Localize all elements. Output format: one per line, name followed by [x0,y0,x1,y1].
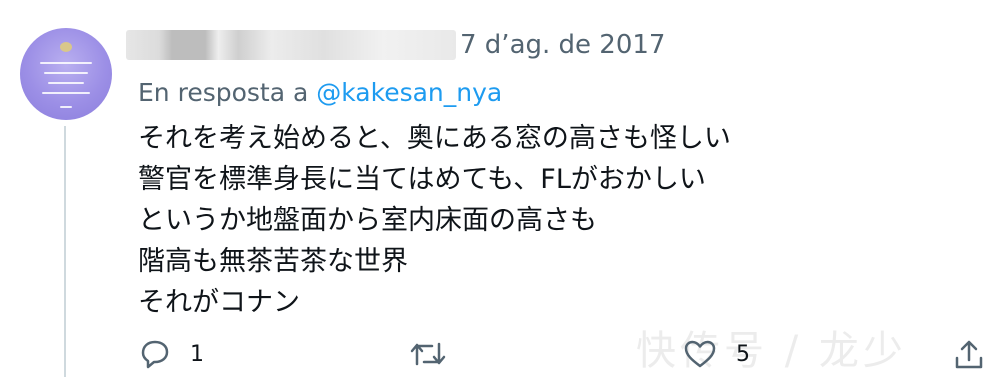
reply-count: 1 [190,341,204,367]
tweet-date[interactable]: 7 d’ag. de 2017 [460,30,665,60]
like-button[interactable]: 5 [682,338,750,370]
tweet-line: それがコナン [138,287,300,318]
heart-icon [684,340,716,368]
tweet-line: 階高も無茶苦茶な世界 [138,246,408,277]
like-count: 5 [736,341,750,367]
tweet-actions: 1 5 [0,338,992,377]
avatar-detail [60,106,72,108]
tweet-text: それを考え始めると、奥にある窓の高さも怪しい 警官を標準身長に当てはめても、FL… [138,118,731,323]
reply-icon [141,340,169,369]
avatar-detail [42,92,90,94]
reply-handle-link[interactable]: @kakesan_nya [316,78,502,107]
share-icon [955,340,983,369]
reply-prefix: En resposta a [138,78,309,107]
avatar-detail [40,62,92,64]
retweet-icon [410,342,446,366]
retweet-button[interactable] [408,338,448,370]
avatar-detail [48,82,84,84]
blurred-username[interactable] [126,30,456,60]
tweet-line: というか地盤面から室内床面の高さも [138,205,597,236]
tweet-line: それを考え始めると、奥にある窓の高さも怪しい [138,123,731,154]
avatar[interactable] [20,28,112,120]
avatar-emblem [60,42,72,52]
reply-context: En resposta a @kakesan_nya [138,78,502,107]
reply-button[interactable]: 1 [138,338,204,370]
tweet-line: 警官を標準身長に当てはめても、FLがおかしい [138,164,706,195]
share-button[interactable] [952,338,986,372]
avatar-detail [44,72,88,74]
